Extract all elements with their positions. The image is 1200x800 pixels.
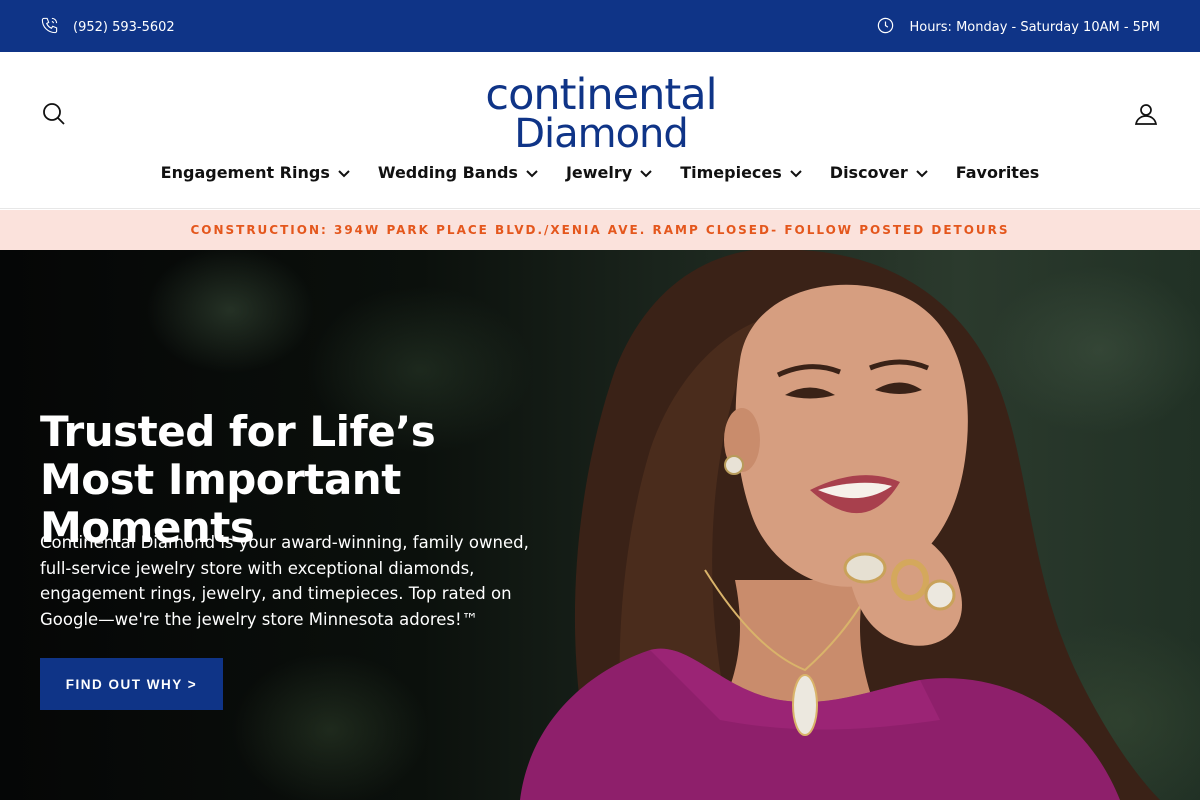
nav-label: Wedding Bands (377, 162, 518, 182)
chevron-down-icon (640, 163, 652, 182)
phone-number[interactable]: (952) 593-5602 (73, 20, 175, 35)
nav-discover[interactable]: Discover (816, 160, 942, 184)
site-header: continental Diamond Engagement Rings Wed… (0, 52, 1200, 209)
site-logo[interactable]: continental Diamond (470, 74, 732, 155)
nav-wedding-bands[interactable]: Wedding Bands (364, 160, 552, 184)
nav-label: Engagement Rings (160, 162, 330, 182)
nav-jewelry[interactable]: Jewelry (552, 160, 666, 184)
construction-notice-banner: CONSTRUCTION: 394W PARK PLACE BLVD./XENI… (0, 210, 1200, 250)
phone-link[interactable]: (952) 593-5602 (40, 16, 175, 39)
user-icon (1132, 104, 1160, 132)
hero-model-image (520, 250, 1160, 800)
top-info-bar: (952) 593-5602 Hours: Monday - Saturday … (0, 0, 1200, 52)
nav-favorites[interactable]: Favorites (942, 160, 1054, 184)
main-navigation: Engagement Rings Wedding Bands Jewelry T… (0, 160, 1200, 184)
phone-icon (40, 16, 59, 39)
chevron-down-icon (916, 163, 928, 182)
account-button[interactable] (1132, 100, 1160, 128)
clock-icon (876, 16, 895, 39)
search-button[interactable] (40, 100, 68, 128)
hero-banner: Trusted for Life’s Most Important Moment… (0, 250, 1200, 800)
nav-label: Timepieces (680, 162, 782, 182)
search-icon (40, 103, 68, 132)
nav-label: Discover (829, 162, 908, 182)
chevron-down-icon (526, 163, 538, 182)
chevron-down-icon (790, 163, 802, 182)
hours-text: Hours: Monday - Saturday 10AM - 5PM (909, 20, 1160, 35)
nav-label: Jewelry (565, 162, 633, 182)
notice-text: CONSTRUCTION: 394W PARK PLACE BLVD./XENI… (190, 223, 1010, 237)
nav-engagement-rings[interactable]: Engagement Rings (147, 160, 364, 184)
nav-timepieces[interactable]: Timepieces (666, 160, 816, 184)
hero-description: Continental Diamond is your award-winnin… (40, 533, 529, 629)
logo-line-2: Diamond (514, 111, 689, 157)
store-hours: Hours: Monday - Saturday 10AM - 5PM (876, 16, 1160, 39)
chevron-down-icon (338, 163, 350, 182)
find-out-why-button[interactable]: FIND OUT WHY > (40, 658, 223, 710)
nav-label: Favorites (955, 162, 1040, 182)
